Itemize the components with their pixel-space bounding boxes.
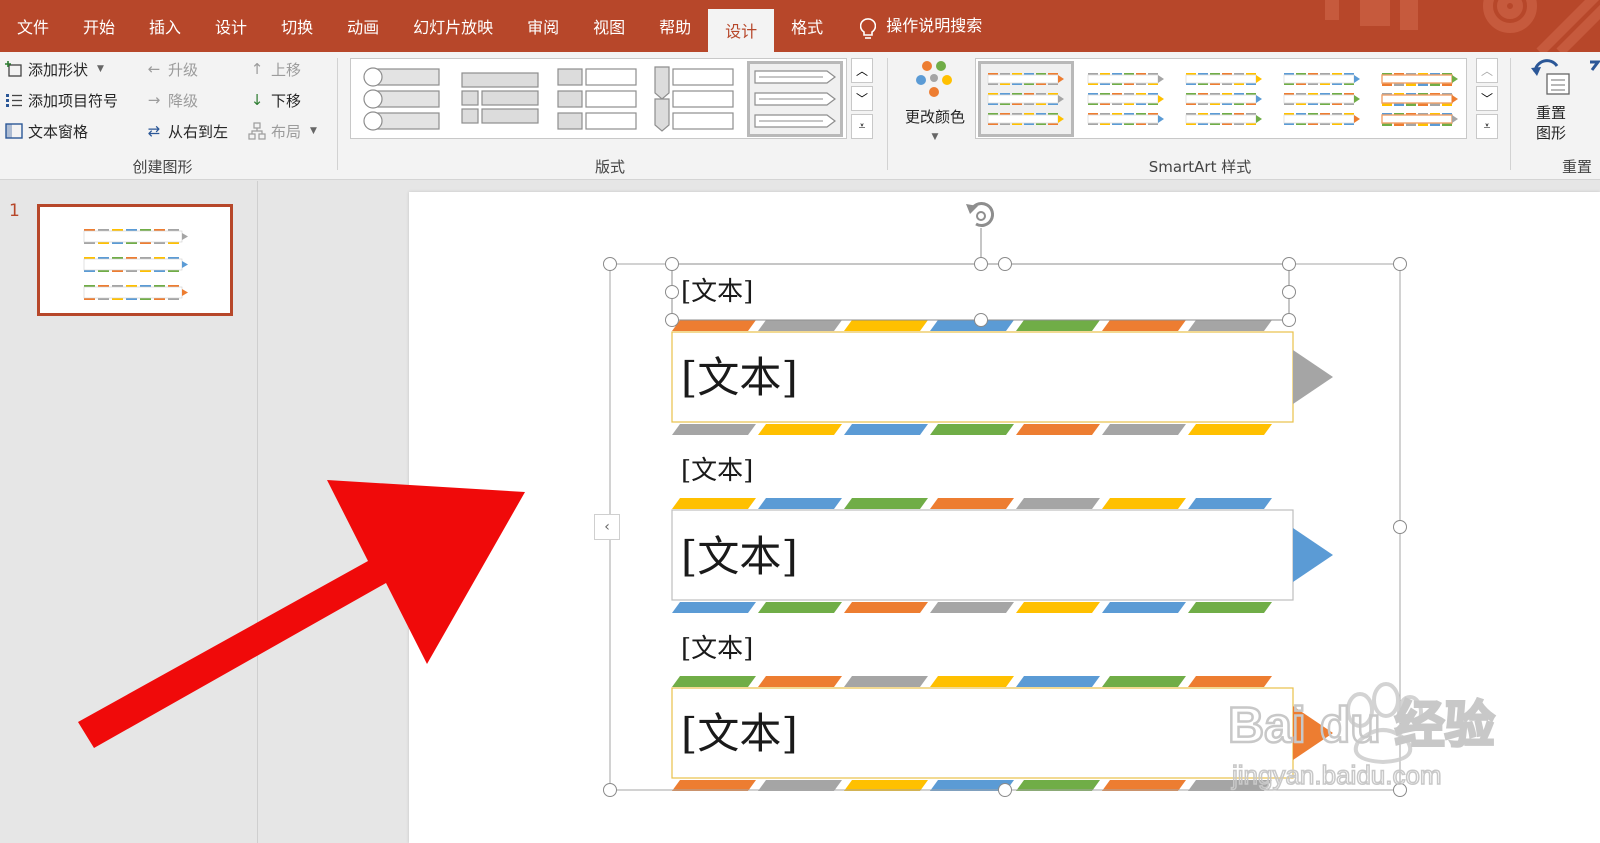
watermark-url-text: jingyan.baidu.com bbox=[1231, 760, 1442, 790]
red-arrow-icon bbox=[78, 480, 525, 748]
watermark-brand-text: Bai du 经验 bbox=[1228, 697, 1495, 753]
baidu-jingyan-watermark: Bai du 经验 jingyan.baidu.com bbox=[1228, 682, 1496, 791]
